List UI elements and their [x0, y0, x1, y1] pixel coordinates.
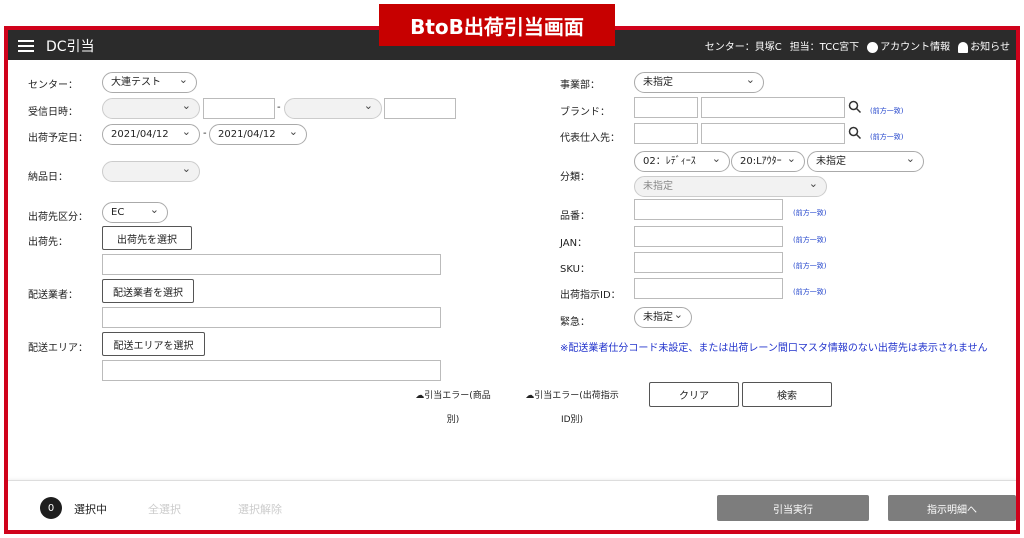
select-dest-button[interactable]: 出荷先を選択	[102, 226, 192, 250]
item-label: 品番：	[560, 211, 590, 222]
sku-label: SKU：	[560, 264, 590, 275]
division-select[interactable]: 未指定	[634, 70, 764, 93]
account-icon	[867, 41, 879, 53]
person-info: 担当：TCC宮下	[789, 42, 860, 53]
notice-link[interactable]: お知らせ	[958, 38, 1010, 53]
ship-date-from[interactable]: 2021/04/12	[102, 122, 200, 145]
app-title: DC引当	[46, 39, 95, 55]
range-dash: -	[277, 102, 281, 113]
urgent-label: 緊急：	[560, 317, 590, 328]
cloud-download-icon: ☁	[415, 391, 425, 401]
notice-text: ※配送業者仕分コード未設定、または出荷レーン間口マスタ情報のない出荷先は表示され…	[560, 343, 988, 354]
topbar-user-area: センター：貝塚C 担当：TCC宮下 アカウント情報 お知らせ	[705, 38, 1010, 53]
bottom-bar: 0 選択中 全選択 選択解除 引当実行 指示明細へ	[8, 480, 1016, 530]
received-time-to[interactable]	[384, 98, 456, 119]
brand-search-icon[interactable]	[848, 100, 862, 114]
jan-input[interactable]	[634, 226, 783, 247]
download-error-by-item[interactable]: ☁引当エラー(商品 別)	[408, 384, 498, 432]
execute-allocation-button[interactable]: 引当実行	[717, 495, 869, 521]
selected-label: 選択中	[74, 503, 107, 516]
category-3-select[interactable]: 未指定	[807, 149, 924, 172]
carrier-field[interactable]	[102, 307, 441, 328]
brand-name-input[interactable]	[701, 97, 845, 118]
search-button[interactable]: 検索	[742, 382, 832, 407]
account-label: アカウント情報	[880, 42, 951, 53]
item-input[interactable]	[634, 199, 783, 220]
clear-button[interactable]: クリア	[649, 382, 739, 407]
dest-field[interactable]	[102, 254, 441, 275]
dest-type-label: 出荷先区分：	[28, 212, 88, 223]
carrier-label: 配送業者：	[28, 290, 78, 301]
received-date-from[interactable]	[102, 96, 200, 119]
selected-count-badge: 0	[40, 497, 62, 519]
center-info: センター：貝塚C	[704, 42, 782, 53]
jan-prefix-hint: (前方一致)	[793, 236, 827, 244]
ship-date-to[interactable]: 2021/04/12	[209, 122, 307, 145]
bell-icon	[958, 41, 969, 53]
ship-date-label: 出荷予定日：	[28, 133, 88, 144]
hamburger-menu-icon[interactable]	[18, 40, 34, 52]
instruction-prefix-hint: (前方一致)	[793, 288, 827, 296]
instruction-id-label: 出荷指示ID：	[560, 290, 621, 301]
supplier-code-input[interactable]	[634, 123, 698, 144]
download-error-by-instruction[interactable]: ☁引当エラー(出荷指示 ID別)	[520, 384, 624, 432]
brand-label: ブランド：	[560, 107, 610, 118]
sku-prefix-hint: (前方一致)	[793, 262, 827, 270]
received-label: 受信日時：	[28, 107, 78, 118]
brand-prefix-hint: (前方一致)	[870, 107, 904, 115]
division-label: 事業部：	[560, 80, 600, 91]
download-label-2: 引当エラー(出荷指示	[534, 391, 619, 401]
dest-type-select[interactable]: EC	[102, 200, 168, 223]
app-frame: DC引当 センター：貝塚C 担当：TCC宮下 アカウント情報 お知らせ センター…	[4, 26, 1020, 534]
select-carrier-button[interactable]: 配送業者を選択	[102, 279, 194, 303]
download-label-1: 引当エラー(商品	[424, 391, 491, 401]
cloud-download-icon: ☁	[525, 391, 535, 401]
category-2-select[interactable]: 20:Lｱｳﾀｰ	[731, 149, 805, 172]
center-label: センター：	[28, 80, 78, 91]
download-label-1b: 別)	[446, 415, 460, 425]
area-field[interactable]	[102, 360, 441, 381]
delivery-date-label: 納品日：	[28, 172, 68, 183]
supplier-search-icon[interactable]	[848, 126, 862, 140]
supplier-label: 代表仕入先：	[560, 133, 620, 144]
urgent-select[interactable]: 未指定	[634, 305, 692, 328]
category-1-select[interactable]: 02：ﾚﾃﾞｨｰｽ	[634, 149, 730, 172]
supplier-prefix-hint: (前方一致)	[870, 133, 904, 141]
select-area-button[interactable]: 配送エリアを選択	[102, 332, 205, 356]
notice-label: お知らせ	[970, 42, 1010, 53]
screen-title-banner: BtoB出荷引当画面	[379, 4, 615, 46]
jan-label: JAN：	[560, 238, 588, 249]
brand-code-input[interactable]	[634, 97, 698, 118]
center-select[interactable]: 大連テスト	[102, 70, 197, 93]
item-prefix-hint: (前方一致)	[793, 209, 827, 217]
download-label-2b: ID別)	[560, 415, 584, 425]
area-label: 配送エリア：	[28, 343, 88, 354]
range-dash: -	[203, 128, 207, 139]
to-detail-button[interactable]: 指示明細へ	[888, 495, 1016, 521]
delivery-date-select[interactable]	[102, 159, 200, 182]
category-label: 分類：	[560, 172, 590, 183]
supplier-name-input[interactable]	[701, 123, 845, 144]
select-all-button[interactable]: 全選択	[148, 501, 181, 517]
category-4-select[interactable]: 未指定	[634, 174, 827, 197]
deselect-button[interactable]: 選択解除	[238, 501, 282, 517]
received-time-from[interactable]	[203, 98, 275, 119]
dest-label: 出荷先：	[28, 237, 68, 248]
instruction-id-input[interactable]	[634, 278, 783, 299]
sku-input[interactable]	[634, 252, 783, 273]
received-date-to[interactable]	[284, 96, 382, 119]
account-link[interactable]: アカウント情報	[867, 38, 950, 53]
